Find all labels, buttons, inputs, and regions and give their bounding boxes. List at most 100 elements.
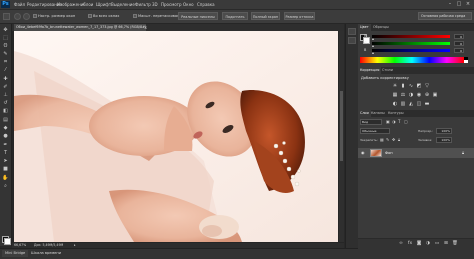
crop-tool-icon[interactable]: ⌗ (2, 59, 9, 65)
menu-select[interactable]: Выделение (111, 1, 135, 8)
opacity-input[interactable]: 100% (436, 128, 452, 134)
photo-filter-icon[interactable]: ◉ (416, 92, 422, 98)
layer-row[interactable]: ◉ Фон 🔒︎ (358, 148, 474, 158)
threshold-icon[interactable]: ◭ (408, 101, 414, 107)
hand-tool-icon[interactable]: ✋ (2, 175, 9, 181)
slider-green-value[interactable]: 0 (454, 41, 464, 46)
zoom-out-icon[interactable] (23, 13, 30, 20)
background-color-swatch[interactable] (4, 238, 11, 245)
gradient-tool-icon[interactable]: ▤ (2, 117, 9, 123)
slider-red-value[interactable]: 0 (454, 34, 464, 39)
print-size-button[interactable]: Размер оттиска (284, 12, 315, 20)
type-tool-icon[interactable]: T (2, 150, 9, 156)
adjustment-layer-icon[interactable]: ◑ (425, 241, 431, 247)
fit-screen-button[interactable]: Подогнать (222, 12, 248, 20)
minimize-icon[interactable]: – (446, 1, 454, 7)
lock-transparent-icon[interactable]: ▦ (380, 137, 385, 143)
slider-red-track[interactable] (372, 35, 450, 38)
brightness-contrast-icon[interactable]: ☀ (392, 83, 398, 89)
slider-green-knob[interactable] (372, 45, 375, 47)
all-windows-checkbox[interactable] (88, 14, 92, 18)
eyedropper-tool-icon[interactable]: ⁄ (2, 67, 9, 73)
posterize-icon[interactable]: ▥ (400, 101, 406, 107)
filter-adjust-icon[interactable]: ◑ (392, 119, 397, 125)
resize-windows-checkbox[interactable] (33, 14, 37, 18)
quick-select-tool-icon[interactable]: ✎ (2, 51, 9, 57)
color-lookup-icon[interactable]: ▣ (432, 92, 438, 98)
zoom-tool-icon[interactable]: ⌕ (2, 183, 9, 189)
slider-blue-value[interactable]: 0 (454, 48, 464, 53)
link-layers-icon[interactable]: ∞ (398, 241, 404, 247)
white-swatch[interactable] (464, 60, 468, 63)
document-canvas[interactable] (14, 31, 338, 242)
filter-shape-icon[interactable]: ▢ (404, 119, 409, 125)
tab-timeline[interactable]: Шкала времени (28, 250, 64, 257)
vibrance-icon[interactable]: ▽ (424, 83, 430, 89)
black-white-icon[interactable]: ◑ (408, 92, 414, 98)
selective-color-icon[interactable]: ◫ (416, 101, 422, 107)
new-group-icon[interactable]: ▭ (434, 241, 440, 247)
dodge-tool-icon[interactable]: ● (2, 133, 9, 139)
scrollbar-thumb[interactable] (340, 91, 343, 161)
tab-swatches[interactable]: Образцы (371, 24, 391, 31)
tab-styles[interactable]: Стили (380, 67, 395, 74)
menu-type[interactable]: Шрифт (96, 1, 111, 8)
brush-tool-icon[interactable]: ✐ (2, 84, 9, 90)
properties-icon[interactable] (348, 37, 356, 44)
slider-green-track[interactable] (372, 42, 450, 45)
trash-icon[interactable]: 🗑︎ (452, 241, 458, 247)
path-selection-tool-icon[interactable]: ➤ (2, 158, 9, 164)
lock-all-icon[interactable]: 🔒︎ (398, 137, 403, 143)
history-brush-tool-icon[interactable]: ↺ (2, 100, 9, 106)
menu-image[interactable]: Изображение (57, 1, 86, 8)
marquee-tool-icon[interactable]: ⬚ (2, 35, 9, 41)
tab-adjustments[interactable]: Коррекция (358, 67, 382, 74)
channel-mixer-icon[interactable]: ⊕ (424, 92, 430, 98)
healing-brush-tool-icon[interactable]: ✚ (2, 76, 9, 82)
invert-icon[interactable]: ◐ (392, 101, 398, 107)
layer-style-icon[interactable]: fx (407, 241, 413, 247)
lock-position-icon[interactable]: ✥ (392, 137, 397, 143)
slider-green[interactable]: G 0 (364, 41, 466, 47)
clone-stamp-tool-icon[interactable]: ⊥ (2, 92, 9, 98)
color-spectrum-ramp[interactable] (360, 57, 464, 63)
lasso-tool-icon[interactable]: ʘ (2, 43, 9, 49)
layer-kind-filter[interactable]: Вид (360, 119, 382, 125)
menu-window[interactable]: Окно (183, 1, 194, 8)
menu-3d[interactable]: 3D (152, 1, 158, 8)
slider-blue-knob[interactable] (372, 52, 375, 54)
zoom-in-icon[interactable] (14, 13, 21, 20)
blur-tool-icon[interactable]: ◆ (2, 125, 9, 131)
tab-mini-bridge[interactable]: Mini Bridge (2, 250, 29, 257)
color-balance-icon[interactable]: ⚖ (400, 92, 406, 98)
tab-paths[interactable]: Контуры (386, 110, 406, 117)
close-icon[interactable]: × (144, 24, 149, 31)
workspace-select[interactable]: Основная рабочая среда (418, 12, 472, 20)
curves-icon[interactable]: ∿ (408, 83, 414, 89)
layer-mask-icon[interactable]: ◙ (416, 241, 422, 247)
lock-pixels-icon[interactable]: ✎ (386, 137, 391, 143)
menu-help[interactable]: Справка (197, 1, 215, 8)
new-layer-icon[interactable]: ⊞ (443, 241, 449, 247)
maximize-icon[interactable]: □ (455, 1, 463, 7)
slider-red-knob[interactable] (372, 38, 375, 40)
filter-pixel-icon[interactable]: ▣ (386, 119, 391, 125)
document-tab[interactable]: Обои_4ebef69fa7b_brunettewater_women_7_1… (14, 24, 146, 31)
eye-icon[interactable]: ◉ (361, 150, 367, 156)
tab-channels[interactable]: Каналы (369, 110, 387, 117)
shape-tool-icon[interactable]: ■ (2, 166, 9, 172)
menu-filter[interactable]: Фильтр (135, 1, 151, 8)
fill-input[interactable]: 100% (436, 137, 452, 143)
menu-layer[interactable]: Слои (83, 1, 93, 8)
blend-mode-select[interactable]: Обычные (360, 128, 390, 134)
slider-blue-track[interactable] (372, 49, 450, 52)
move-tool-icon[interactable]: ✥ (2, 27, 9, 33)
filter-type-icon[interactable]: T (398, 119, 403, 125)
eraser-tool-icon[interactable]: ◧ (2, 108, 9, 114)
fill-screen-button[interactable]: Полный экран (251, 12, 280, 20)
actual-pixels-button[interactable]: Реальные пикселы (178, 12, 218, 20)
hue-saturation-icon[interactable]: ▦ (392, 92, 398, 98)
levels-icon[interactable]: ▮ (400, 83, 406, 89)
exposure-icon[interactable]: ◩ (416, 83, 422, 89)
slider-red[interactable]: R 0 (364, 34, 466, 40)
